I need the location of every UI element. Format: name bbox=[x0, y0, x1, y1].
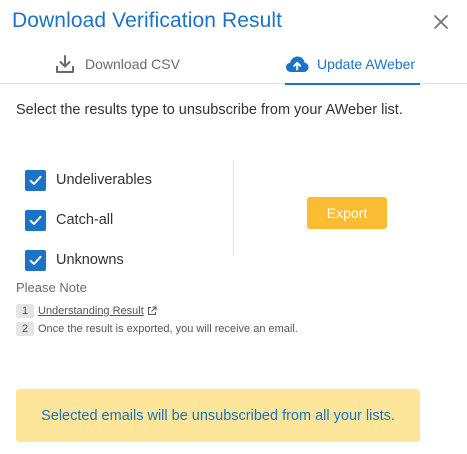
undeliverables-checkbox[interactable] bbox=[25, 169, 46, 191]
note-item: 1 Understanding Result bbox=[16, 304, 157, 318]
vertical-divider bbox=[233, 160, 234, 256]
option-undeliverables[interactable]: Undeliverables bbox=[25, 160, 152, 200]
info-banner: Selected emails will be unsubscribed fro… bbox=[16, 389, 420, 442]
catch-all-label: Catch-all bbox=[56, 212, 114, 228]
note-number: 2 bbox=[16, 322, 34, 336]
cloud-upload-icon bbox=[285, 53, 309, 75]
catch-all-checkbox[interactable] bbox=[25, 209, 46, 231]
unknowns-checkbox[interactable] bbox=[25, 249, 46, 271]
download-icon bbox=[53, 53, 77, 75]
note-number: 1 bbox=[16, 304, 34, 318]
unknowns-label: Unknowns bbox=[56, 252, 124, 268]
tab-download-csv-label: Download CSV bbox=[85, 55, 180, 72]
result-type-options: Undeliverables Catch-all Unknowns bbox=[25, 160, 152, 280]
intro-text: Select the results type to unsubscribe f… bbox=[16, 102, 403, 118]
undeliverables-label: Undeliverables bbox=[56, 172, 152, 188]
close-icon[interactable] bbox=[431, 12, 451, 32]
understanding-result-link[interactable]: Understanding Result bbox=[38, 305, 144, 317]
tab-update-aweber[interactable]: Update AWeber bbox=[285, 44, 421, 85]
note-text: Once the result is exported, you will re… bbox=[38, 323, 298, 335]
option-unknowns[interactable]: Unknowns bbox=[25, 240, 152, 280]
dialog-title: Download Verification Result bbox=[12, 9, 283, 32]
external-link-icon[interactable] bbox=[147, 306, 157, 316]
option-catch-all[interactable]: Catch-all bbox=[25, 200, 152, 240]
note-item: 2 Once the result is exported, you will … bbox=[16, 322, 298, 336]
tab-bar: Download CSV Update AWeber bbox=[0, 44, 467, 85]
info-banner-text: Selected emails will be unsubscribed fro… bbox=[41, 407, 395, 424]
note-title: Please Note bbox=[16, 280, 87, 295]
tab-update-aweber-label: Update AWeber bbox=[317, 55, 416, 72]
export-button[interactable]: Export bbox=[307, 197, 387, 229]
tab-download-csv[interactable]: Download CSV bbox=[53, 44, 180, 83]
